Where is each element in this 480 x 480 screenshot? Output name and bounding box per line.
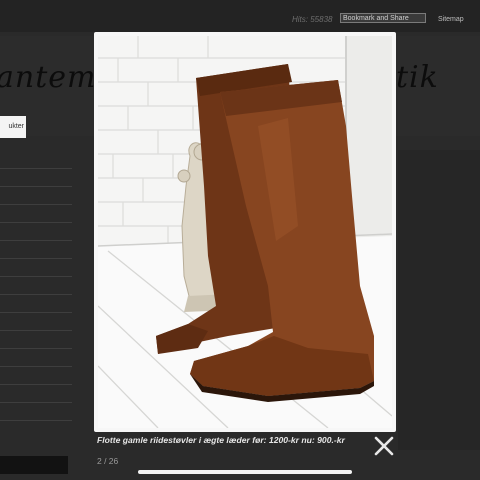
sidebar-divider [0, 276, 72, 277]
close-button[interactable] [372, 434, 396, 458]
sidebar-divider [0, 222, 72, 223]
sidebar-divider [0, 384, 72, 385]
sidebar-divider [0, 204, 72, 205]
product-photo-riding-boots [98, 36, 392, 428]
image-caption: Flotte gamle riidestøvler i ægte læder f… [97, 435, 345, 445]
sidebar-footer-block [0, 456, 68, 474]
sidebar-divider [0, 186, 72, 187]
sitemap-link[interactable]: Sitemap [438, 16, 464, 23]
home-indicator [138, 470, 352, 474]
sidebar-divider [0, 330, 72, 331]
sidebar-divider [0, 312, 72, 313]
sidebar-menu [0, 168, 72, 438]
sidebar-divider [0, 402, 72, 403]
close-icon [374, 436, 394, 456]
sidebar-divider [0, 348, 72, 349]
bookmark-and-share-button[interactable]: Bookmark and Share [340, 13, 426, 23]
sidebar-divider [0, 258, 72, 259]
sidebar-divider [0, 294, 72, 295]
sidebar-divider [0, 366, 72, 367]
sidebar-divider [0, 240, 72, 241]
lightbox-image-frame [94, 32, 396, 432]
nav-tab-produkter[interactable]: ukter [0, 116, 26, 138]
image-counter: 2 / 26 [97, 456, 119, 466]
hit-counter: Hits: 55838 [292, 15, 333, 24]
site-logo-right: tik [396, 60, 439, 95]
right-column [398, 150, 480, 450]
sidebar-divider [0, 168, 72, 169]
top-bar: Hits: 55838 Bookmark and Share Sitemap [0, 0, 480, 32]
sidebar-divider [0, 420, 72, 421]
